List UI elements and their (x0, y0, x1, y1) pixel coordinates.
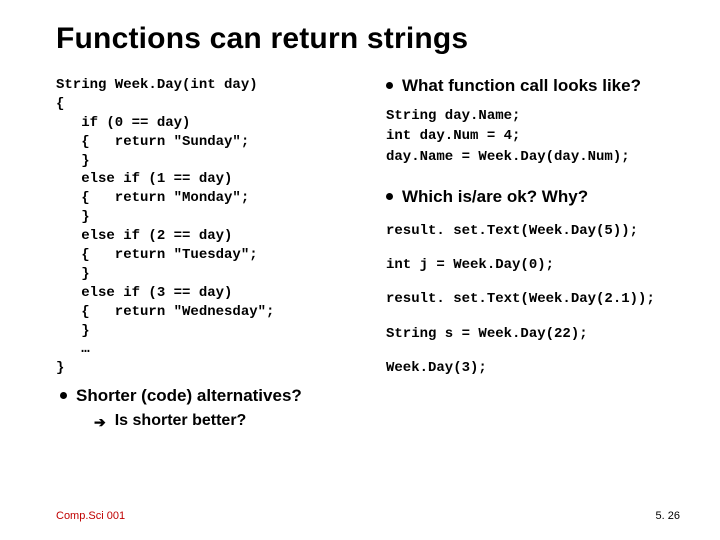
q2-text: Which is/are ok? Why? (402, 187, 588, 207)
code-example-5: Week.Day(3); (386, 358, 680, 378)
left-sub-bullet: ➔ Is shorter better? (94, 412, 366, 431)
arrow-icon: ➔ (94, 414, 106, 431)
code-example-2: int j = Week.Day(0); (386, 255, 680, 275)
left-bullet: Shorter (code) alternatives? (60, 386, 366, 406)
bullet-dot-icon (386, 193, 393, 200)
slide: Functions can return strings String Week… (0, 0, 720, 540)
bullet-dot-icon (386, 82, 393, 89)
code-block-call: String day.Name; int day.Num = 4; day.Na… (386, 106, 680, 167)
footer-left: Comp.Sci 001 (56, 510, 125, 522)
footer-right: 5. 26 (656, 510, 680, 522)
bullet-dot-icon (60, 392, 67, 399)
bullet-q1: What function call looks like? (386, 76, 680, 96)
code-example-4: String s = Week.Day(22); (386, 324, 680, 344)
code-example-1: result. set.Text(Week.Day(5)); (386, 221, 680, 241)
code-example-3: result. set.Text(Week.Day(2.1)); (386, 289, 680, 309)
content-columns: String Week.Day(int day) { if (0 == day)… (56, 76, 680, 431)
left-bullet-text: Shorter (code) alternatives? (76, 386, 302, 406)
q1-text: What function call looks like? (402, 76, 641, 96)
left-sub-text: Is shorter better? (115, 412, 247, 430)
bullet-q2: Which is/are ok? Why? (386, 187, 680, 207)
slide-title: Functions can return strings (56, 22, 680, 56)
left-column: String Week.Day(int day) { if (0 == day)… (56, 76, 366, 431)
code-block-weekday: String Week.Day(int day) { if (0 == day)… (56, 76, 366, 378)
right-column: What function call looks like? String da… (386, 76, 680, 378)
